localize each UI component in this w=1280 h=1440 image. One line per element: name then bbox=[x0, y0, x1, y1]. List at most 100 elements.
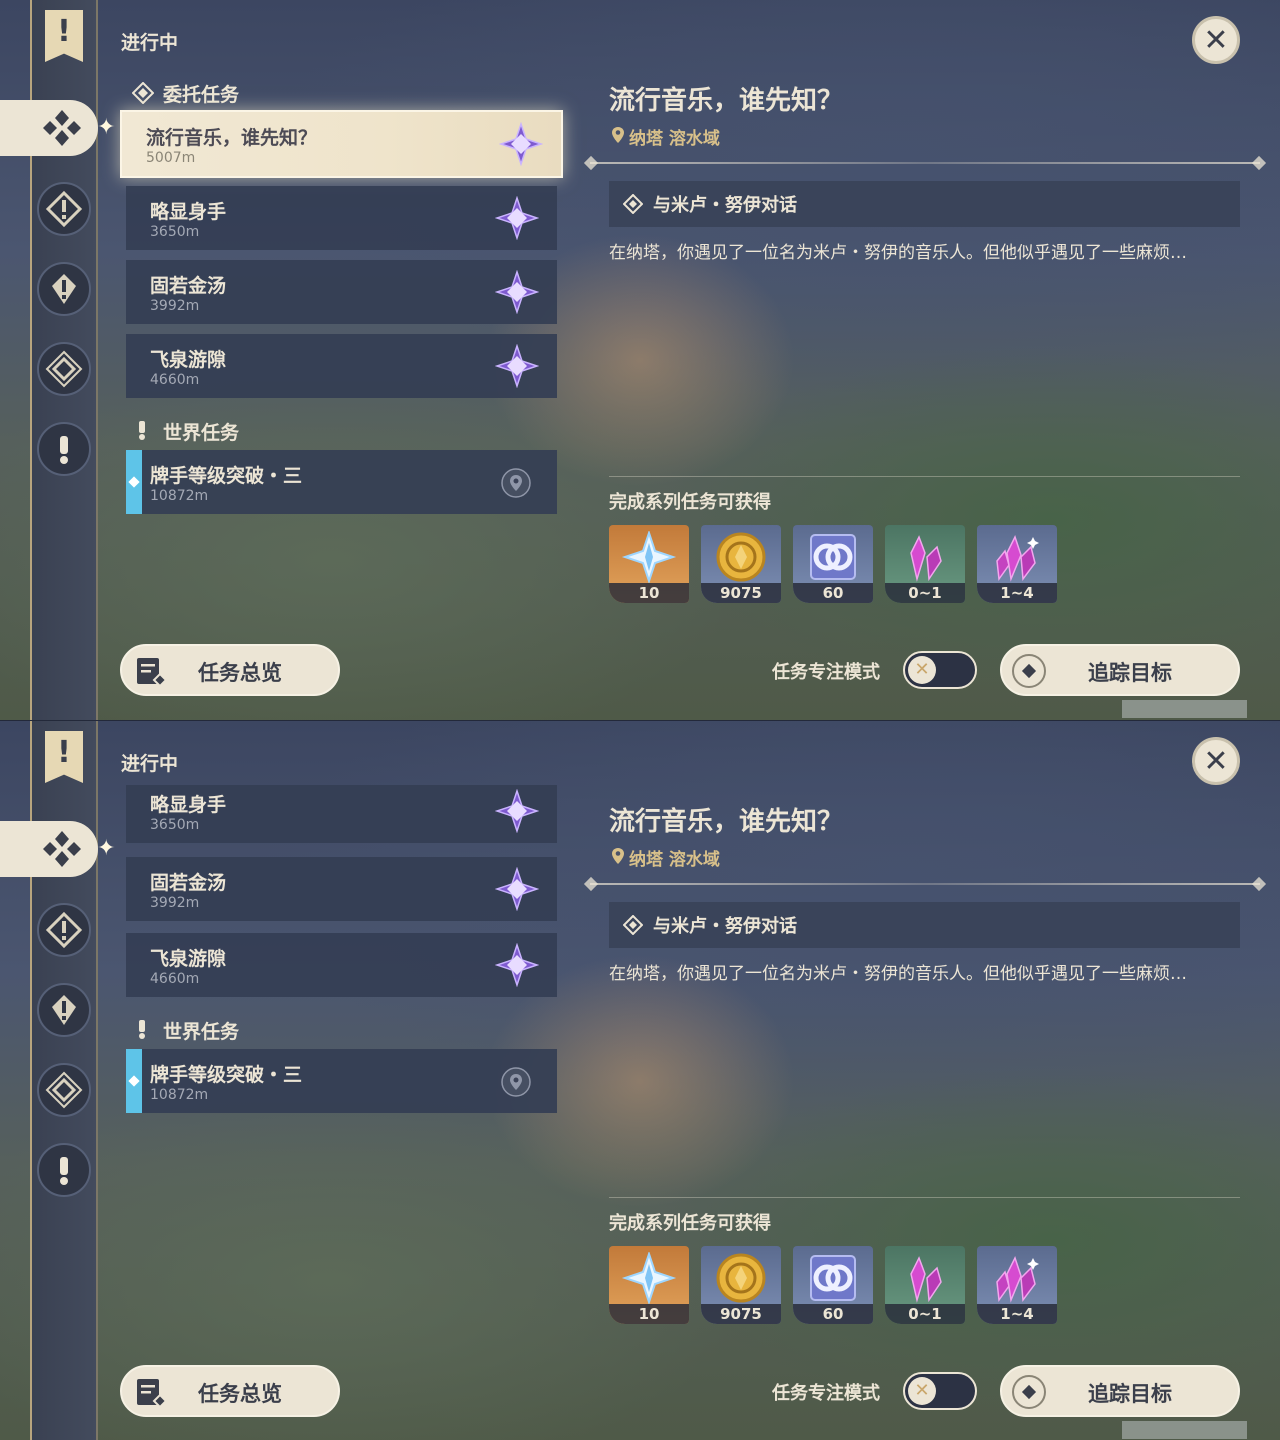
reward-item[interactable]: 0~1 bbox=[885, 1246, 965, 1324]
reward-count: 1~4 bbox=[977, 583, 1057, 603]
section-in-progress: 进行中 bbox=[121, 32, 179, 54]
quest-overview-label: 任务总览 bbox=[198, 661, 282, 685]
reward-item[interactable]: 9075 bbox=[701, 525, 781, 603]
commission-category-icon bbox=[132, 82, 154, 104]
quest-item[interactable]: 略显身手 3650m bbox=[126, 186, 557, 250]
track-target-button[interactable]: 追踪目标 bbox=[1000, 644, 1240, 696]
reward-count: 9075 bbox=[701, 1304, 781, 1324]
reward-item[interactable]: 10 bbox=[609, 525, 689, 603]
adventure-exp-icon bbox=[810, 534, 856, 580]
adventure-exp-icon bbox=[810, 1255, 856, 1301]
quest-title: 略显身手 bbox=[150, 201, 227, 223]
rail-tab-archon[interactable] bbox=[37, 182, 91, 236]
quest-description: 在纳塔，你遇见了一位名为米卢・努伊的音乐人。但他似乎遇见了一些麻烦… bbox=[609, 243, 1187, 263]
close-button[interactable]: ✕ bbox=[1192, 16, 1240, 64]
quest-item[interactable]: 固若金汤 3992m bbox=[126, 857, 557, 921]
focus-mode-label: 任务专注模式 bbox=[772, 1383, 880, 1404]
section-in-progress: 进行中 bbox=[121, 753, 179, 775]
quest-title: 固若金汤 bbox=[150, 872, 227, 894]
objective-text: 与米卢・努伊对话 bbox=[653, 195, 797, 216]
reward-count: 1~4 bbox=[977, 1304, 1057, 1324]
reward-divider bbox=[609, 1197, 1240, 1198]
quest-overview-button[interactable]: 任务总览 bbox=[120, 644, 340, 696]
map-pin-icon[interactable] bbox=[501, 468, 531, 498]
track-diamond-icon bbox=[1012, 654, 1046, 688]
crystal-cluster-icon bbox=[996, 1256, 1039, 1303]
commission-star-icon bbox=[495, 867, 539, 911]
reward-item[interactable]: 0~1 bbox=[885, 525, 965, 603]
quest-title: 固若金汤 bbox=[150, 275, 227, 297]
crystal-chunk-icon bbox=[910, 1256, 942, 1303]
quest-distance: 10872m bbox=[150, 488, 209, 504]
focus-mode-label: 任务专注模式 bbox=[772, 662, 880, 683]
category-commission: 委托任务 bbox=[163, 84, 240, 106]
quest-book-icon bbox=[137, 1379, 168, 1409]
reward-item[interactable]: 1~4 bbox=[977, 1246, 1057, 1324]
track-target-button[interactable]: 追踪目标 bbox=[1000, 1365, 1240, 1417]
reward-divider bbox=[609, 476, 1240, 477]
mora-coin-icon bbox=[716, 532, 766, 582]
reward-item[interactable]: 60 bbox=[793, 1246, 873, 1324]
quest-distance: 3992m bbox=[150, 298, 200, 314]
track-target-label: 追踪目标 bbox=[1088, 661, 1172, 685]
event-quest-icon bbox=[45, 350, 83, 388]
category-world: 世界任务 bbox=[163, 422, 240, 444]
focus-mode-toggle[interactable]: ✕ bbox=[903, 1372, 977, 1410]
quest-distance: 3650m bbox=[150, 224, 200, 240]
rail-tab-story[interactable] bbox=[37, 262, 91, 316]
rewards-label: 完成系列任务可获得 bbox=[609, 492, 771, 513]
quest-screen-bottom: ! ✦ 进行中 略显身手 3650m 固若金汤 3992m 飞泉游隙 4660m… bbox=[0, 720, 1280, 1440]
quest-item[interactable]: 飞泉游隙 4660m bbox=[126, 334, 557, 398]
toggle-knob: ✕ bbox=[908, 656, 936, 684]
quest-item[interactable]: 固若金汤 3992m bbox=[126, 260, 557, 324]
rail-tab-event[interactable] bbox=[37, 342, 91, 396]
quest-title: 飞泉游隙 bbox=[150, 349, 227, 371]
rail-tab-world[interactable] bbox=[37, 422, 91, 476]
objective-diamond-icon bbox=[623, 194, 643, 214]
reward-item[interactable]: 9075 bbox=[701, 1246, 781, 1324]
map-pin-icon[interactable] bbox=[501, 1067, 531, 1097]
divider-end-icon bbox=[1251, 155, 1267, 171]
crystal-cluster-icon bbox=[996, 535, 1039, 582]
close-button[interactable]: ✕ bbox=[1192, 737, 1240, 785]
quest-overview-button[interactable]: 任务总览 bbox=[120, 1365, 340, 1417]
toggle-knob: ✕ bbox=[908, 1377, 936, 1405]
focus-mode-toggle[interactable]: ✕ bbox=[903, 651, 977, 689]
detail-title: 流行音乐，谁先知？ bbox=[609, 807, 844, 837]
reward-item[interactable]: 1~4 bbox=[977, 525, 1057, 603]
world-quest-icon bbox=[60, 436, 68, 464]
reward-item[interactable]: 10 bbox=[609, 1246, 689, 1324]
world-quest-item[interactable]: 牌手等级突破・三 10872m bbox=[126, 1049, 557, 1113]
commission-star-icon bbox=[495, 789, 539, 833]
reward-item[interactable]: 60 bbox=[793, 525, 873, 603]
sparkle-icon: ✦ bbox=[97, 115, 116, 140]
commission-diamonds-icon bbox=[43, 110, 81, 146]
quest-screen-top: ! ✦ 进行中 委托任务 流行音乐，谁先知？ 5007m 略显身手 3650m … bbox=[0, 0, 1280, 720]
objective-row: 与米卢・努伊对话 bbox=[609, 181, 1240, 227]
reward-count: 9075 bbox=[701, 583, 781, 603]
rewards-label: 完成系列任务可获得 bbox=[609, 1213, 771, 1234]
divider bbox=[590, 162, 1260, 164]
quest-distance: 10872m bbox=[150, 1087, 209, 1103]
commission-star-icon bbox=[495, 196, 539, 240]
objective-diamond-icon bbox=[623, 915, 643, 935]
commission-star-icon bbox=[495, 270, 539, 314]
commission-star-icon bbox=[499, 122, 543, 166]
rail-tab-commission[interactable] bbox=[0, 100, 98, 156]
detail-location: 纳塔 溶水域 bbox=[629, 129, 720, 149]
close-icon: ✕ bbox=[1203, 744, 1229, 779]
reward-count: 60 bbox=[793, 583, 873, 603]
track-diamond-icon bbox=[1012, 1375, 1046, 1409]
quest-item-selected[interactable]: 流行音乐，谁先知？ 5007m bbox=[120, 110, 563, 178]
corner-strip bbox=[1122, 700, 1247, 718]
quest-item[interactable]: 飞泉游隙 4660m bbox=[126, 933, 557, 997]
world-quest-item[interactable]: 牌手等级突破・三 10872m bbox=[126, 450, 557, 514]
detail-title: 流行音乐，谁先知？ bbox=[609, 86, 844, 116]
quest-item[interactable]: 略显身手 3650m bbox=[126, 785, 557, 843]
toggle-off-icon: ✕ bbox=[914, 1380, 930, 1401]
world-category-icon bbox=[139, 1020, 145, 1039]
world-quest-bar bbox=[126, 1049, 142, 1113]
close-icon: ✕ bbox=[1203, 23, 1229, 58]
track-target-label: 追踪目标 bbox=[1088, 1382, 1172, 1406]
world-category-icon bbox=[139, 421, 145, 440]
